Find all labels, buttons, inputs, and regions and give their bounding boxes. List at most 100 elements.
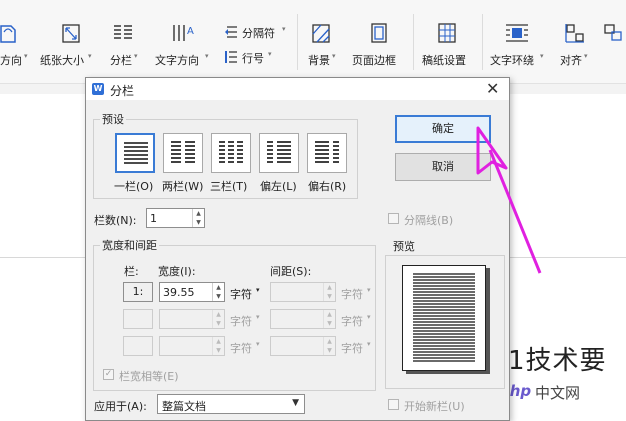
preset-one-column[interactable] bbox=[115, 133, 155, 173]
dropdown-caret-icon: ▾ bbox=[268, 50, 272, 58]
column-count-value: 1 bbox=[150, 212, 157, 225]
preset-two-columns[interactable] bbox=[163, 133, 203, 173]
wps-logo-icon: W bbox=[92, 83, 104, 95]
dropdown-caret-icon: ▾ bbox=[256, 340, 260, 348]
preset-left[interactable] bbox=[259, 133, 299, 173]
col-header: 栏: bbox=[124, 265, 139, 278]
stepper-arrows-icon: ▲ ▼ bbox=[323, 310, 335, 328]
ribbon-label-text-direction: 文字方向 bbox=[155, 54, 199, 67]
spacing-input-3[interactable]: ▲ ▼ bbox=[270, 336, 336, 356]
manuscript-paper-icon bbox=[438, 23, 456, 43]
preset-label-two: 两栏(W) bbox=[162, 180, 204, 193]
ribbon-toolbar: 方向 ▾ 纸张大小 ▾ 分栏 ▾ A 文字方向 ▾ 分隔符 ▾ 行号 ▾ 背景 ▾ 页面边框 … bbox=[0, 0, 626, 84]
ribbon-divider bbox=[482, 14, 483, 70]
ribbon-label-align: 对齐 bbox=[560, 54, 582, 67]
apply-to-value: 整篇文档 bbox=[162, 400, 206, 413]
left-column-icon bbox=[267, 141, 291, 163]
dropdown-caret-icon: ▾ bbox=[367, 313, 371, 321]
paper-size-icon bbox=[62, 24, 80, 43]
spacing-input-1[interactable]: ▲ ▼ bbox=[270, 282, 336, 302]
width-unit-2: 字符 bbox=[230, 315, 252, 328]
text-direction-icon: A bbox=[173, 25, 194, 41]
preset-label-three: 三栏(T) bbox=[210, 180, 248, 193]
spacing-input-2[interactable]: ▲ ▼ bbox=[270, 309, 336, 329]
column-index-1: 1: bbox=[123, 282, 153, 302]
stepper-arrows-icon[interactable]: ▲ ▼ bbox=[192, 209, 204, 227]
dropdown-caret-icon: ▾ bbox=[367, 286, 371, 294]
ribbon-label-manuscript: 稿纸设置 bbox=[422, 54, 466, 67]
width-header: 宽度(I): bbox=[158, 265, 196, 278]
preset-right[interactable] bbox=[307, 133, 347, 173]
page-orientation-icon bbox=[0, 25, 16, 43]
width-unit-1[interactable]: 字符 bbox=[230, 286, 252, 302]
width-input-3[interactable]: ▲ ▼ bbox=[159, 336, 225, 356]
dialog-title: 分栏 bbox=[110, 84, 135, 98]
three-columns-icon bbox=[219, 141, 243, 163]
width-input-1[interactable]: 39.55 ▲ ▼ bbox=[159, 282, 225, 302]
dropdown-caret-icon: ▾ bbox=[24, 52, 28, 60]
ribbon-label-orientation: 方向 bbox=[0, 54, 22, 67]
column-index-2 bbox=[123, 309, 153, 329]
dialog-titlebar[interactable]: W 分栏 ✕ bbox=[86, 78, 509, 100]
cancel-button[interactable]: 取消 bbox=[395, 153, 491, 181]
site-watermark: php 中文网 bbox=[493, 376, 619, 406]
line-number-icon bbox=[225, 51, 237, 63]
preset-three-columns[interactable] bbox=[211, 133, 251, 173]
preview-page bbox=[402, 265, 486, 371]
stepper-arrows-icon: ▲ ▼ bbox=[323, 283, 335, 301]
width-input-2[interactable]: ▲ ▼ bbox=[159, 309, 225, 329]
align-icon bbox=[565, 24, 584, 43]
start-new-column-label: 开始新栏(U) bbox=[404, 400, 465, 413]
column-count-stepper[interactable]: 1 ▲ ▼ bbox=[146, 208, 205, 228]
chevron-down-icon: ▼ bbox=[292, 398, 299, 408]
ok-button[interactable]: 确定 bbox=[395, 115, 491, 143]
equal-width-label: 栏宽相等(E) bbox=[119, 370, 179, 383]
columns-dialog: W 分栏 ✕ 预设 一栏(O) 两栏(W) 三栏(T) 偏左(L) 偏右(R) … bbox=[85, 77, 510, 421]
preview-text-lines bbox=[413, 273, 475, 362]
dropdown-caret-icon: ▾ bbox=[282, 25, 286, 33]
ribbon-label-background: 背景 bbox=[308, 54, 330, 67]
dropdown-caret-icon: ▾ bbox=[540, 52, 544, 60]
width-spacing-label: 宽度和间距 bbox=[100, 237, 159, 253]
dropdown-caret-icon: ▾ bbox=[256, 313, 260, 321]
preset-label-one: 一栏(O) bbox=[114, 180, 154, 193]
equal-width-checkbox[interactable]: ✓ bbox=[103, 369, 114, 380]
ribbon-label-paper-size: 纸张大小 bbox=[40, 54, 84, 67]
spacing-header: 间距(S): bbox=[270, 265, 312, 278]
separator-checkbox[interactable] bbox=[388, 213, 399, 224]
background-icon bbox=[312, 24, 330, 43]
stepper-arrows-icon: ▲ ▼ bbox=[212, 310, 224, 328]
column-index-3 bbox=[123, 336, 153, 356]
text-wrap-icon bbox=[506, 24, 528, 42]
preset-label-left: 偏左(L) bbox=[260, 180, 297, 193]
ribbon-divider bbox=[413, 14, 414, 70]
dropdown-caret-icon: ▾ bbox=[256, 286, 260, 294]
document-text: 1技术要 bbox=[508, 346, 607, 376]
stepper-arrows-icon: ▲ ▼ bbox=[323, 337, 335, 355]
width-unit-3: 字符 bbox=[230, 342, 252, 355]
preset-label-right: 偏右(R) bbox=[308, 180, 347, 193]
right-column-icon bbox=[315, 141, 339, 163]
dropdown-caret-icon: ▾ bbox=[584, 52, 588, 60]
watermark-text: 中文网 bbox=[535, 384, 581, 402]
apply-to-label: 应用于(A): bbox=[94, 400, 147, 413]
width-value-1: 39.55 bbox=[163, 286, 195, 299]
preview-label: 预览 bbox=[393, 240, 415, 253]
ribbon-label-line-number: 行号 bbox=[242, 52, 264, 65]
apply-to-select[interactable]: 整篇文档 ▼ bbox=[157, 394, 305, 414]
spacing-unit-1: 字符 bbox=[341, 288, 363, 301]
close-icon[interactable]: ✕ bbox=[486, 79, 499, 98]
ribbon-divider bbox=[297, 14, 298, 70]
start-new-column-checkbox[interactable] bbox=[388, 399, 399, 410]
separator-label: 分隔线(B) bbox=[404, 214, 454, 227]
separator-icon bbox=[225, 26, 237, 38]
stepper-arrows-icon: ▲ ▼ bbox=[212, 337, 224, 355]
spacing-unit-3: 字符 bbox=[341, 342, 363, 355]
dropdown-caret-icon: ▾ bbox=[367, 340, 371, 348]
dropdown-caret-icon: ▾ bbox=[134, 52, 138, 60]
ribbon-label-page-border: 页面边框 bbox=[352, 54, 396, 67]
columns-icon bbox=[114, 25, 132, 39]
two-columns-icon bbox=[171, 141, 195, 163]
stepper-arrows-icon[interactable]: ▲ ▼ bbox=[212, 283, 224, 301]
ribbon-label-columns: 分栏 bbox=[110, 54, 132, 67]
